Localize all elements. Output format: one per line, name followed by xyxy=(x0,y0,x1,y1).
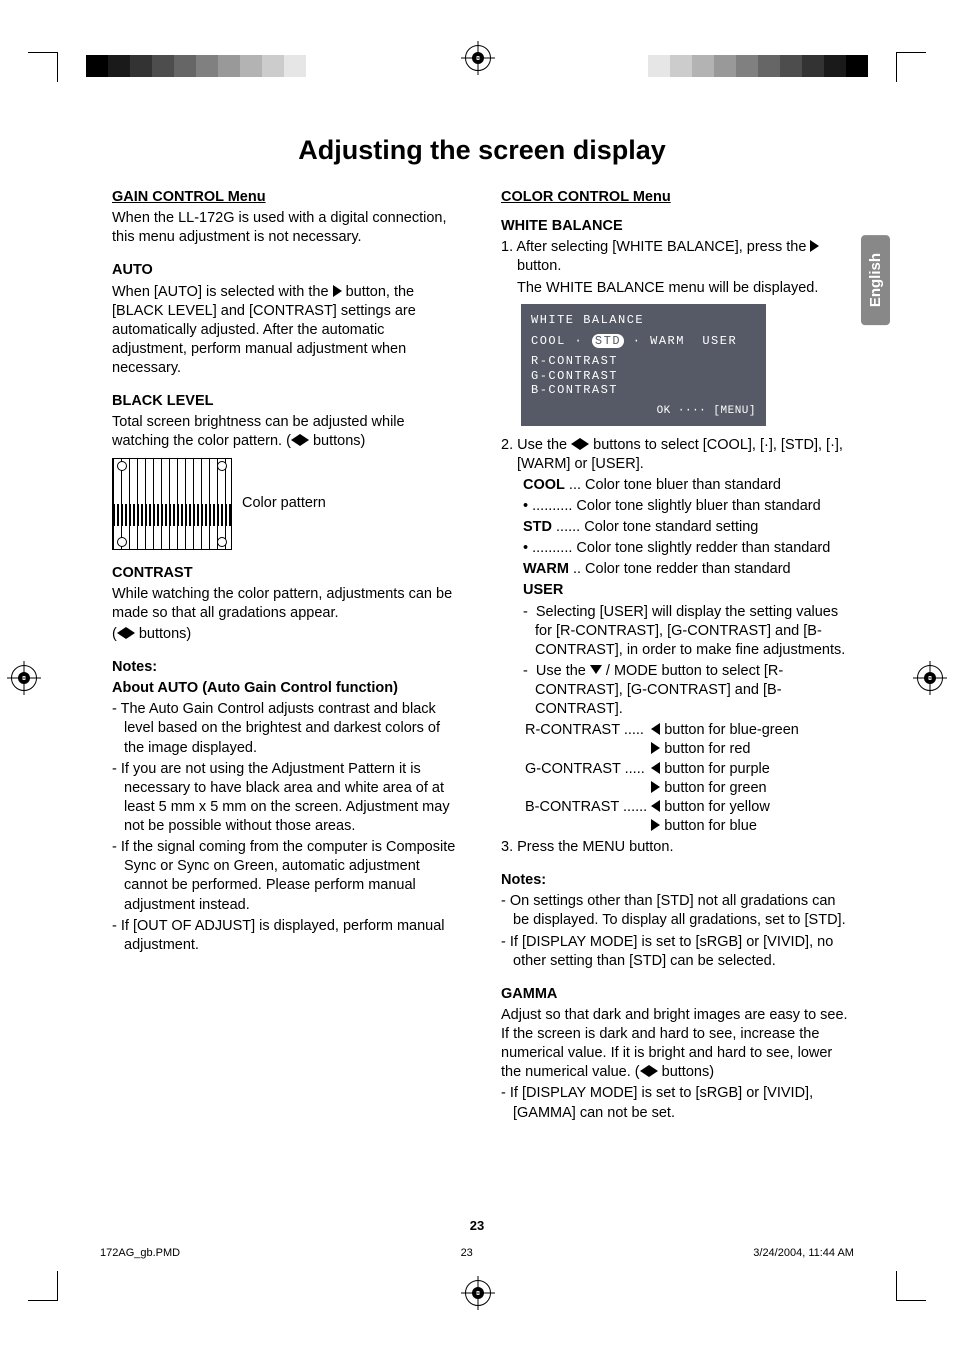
footer-page: 23 xyxy=(461,1247,473,1259)
user-note: - Use the / MODE button to select [R-CON… xyxy=(523,662,852,719)
note-item: - If you are not using the Adjustment Pa… xyxy=(112,760,463,837)
triangle-down-icon xyxy=(590,665,602,674)
triangle-right-icon xyxy=(649,1065,658,1077)
step-3: 3. Press the MENU button. xyxy=(501,838,852,857)
color-pattern-diagram xyxy=(112,458,232,550)
gamma-heading: GAMMA xyxy=(501,985,852,1004)
white-balance-heading: WHITE BALANCE xyxy=(501,217,852,236)
cool-option: COOL ... Color tone bluer than standard xyxy=(523,476,852,495)
triangle-right-icon xyxy=(580,438,589,450)
triangle-right-icon xyxy=(651,819,660,831)
dot-option: • .......... Color tone slightly redder … xyxy=(523,539,852,558)
warm-option: WARM .. Color tone redder than standard xyxy=(523,560,852,579)
crop-mark xyxy=(28,52,58,82)
print-colorbar xyxy=(648,55,868,77)
triangle-left-icon xyxy=(291,434,300,446)
footer: 172AG_gb.PMD 23 3/24/2004, 11:44 AM xyxy=(100,1247,854,1259)
crop-mark xyxy=(896,1271,926,1301)
user-option-heading: USER xyxy=(523,581,852,600)
gamma-text: Adjust so that dark and bright images ar… xyxy=(501,1006,852,1083)
page-title: Adjusting the screen display xyxy=(112,135,852,166)
osd-title: WHITE BALANCE xyxy=(531,312,756,329)
triangle-left-icon xyxy=(651,762,660,774)
osd-selected: STD xyxy=(592,334,624,348)
registration-mark xyxy=(914,662,946,694)
registration-mark xyxy=(462,1277,494,1309)
note-item: - If [DISPLAY MODE] is set to [sRGB] or … xyxy=(501,933,852,971)
contrast-buttons-table: R-CONTRAST ..... button for blue-green b… xyxy=(523,721,801,836)
crop-mark xyxy=(28,1271,58,1301)
page-number: 23 xyxy=(0,1218,954,1233)
triangle-right-icon xyxy=(810,240,819,252)
auto-heading: AUTO xyxy=(112,261,463,280)
triangle-left-icon xyxy=(651,723,660,735)
contrast-text: While watching the color pattern, adjust… xyxy=(112,585,463,623)
right-column: COLOR CONTROL Menu WHITE BALANCE 1. Afte… xyxy=(501,188,852,1125)
contrast-heading: CONTRAST xyxy=(112,564,463,583)
gain-control-heading: GAIN CONTROL Menu xyxy=(112,188,463,207)
footer-date: 3/24/2004, 11:44 AM xyxy=(753,1247,854,1259)
black-level-heading: BLACK LEVEL xyxy=(112,392,463,411)
note-item: - If the signal coming from the computer… xyxy=(112,838,463,915)
contrast-buttons: ( buttons) xyxy=(112,625,463,644)
triangle-right-icon xyxy=(651,781,660,793)
color-pattern-label: Color pattern xyxy=(242,494,326,513)
gain-intro: When the LL-172G is used with a digital … xyxy=(112,209,463,247)
triangle-left-icon xyxy=(640,1065,649,1077)
osd-ok-hint: OK ···· [MENU] xyxy=(531,404,756,420)
user-note: - Selecting [USER] will display the sett… xyxy=(523,603,852,660)
about-auto-heading: About AUTO (Auto Gain Control function) xyxy=(112,679,463,698)
language-tab: English xyxy=(861,235,890,325)
osd-white-balance: WHITE BALANCE COOL · STD · WARM USER R-C… xyxy=(521,304,766,426)
dot-option: • .......... Color tone slightly bluer t… xyxy=(523,497,852,516)
gamma-note: - If [DISPLAY MODE] is set to [sRGB] or … xyxy=(501,1084,852,1122)
footer-file: 172AG_gb.PMD xyxy=(100,1247,180,1259)
step-1b: The WHITE BALANCE menu will be displayed… xyxy=(501,279,852,298)
triangle-left-icon xyxy=(117,627,126,639)
auto-paragraph: When [AUTO] is selected with the button,… xyxy=(112,283,463,379)
crop-mark xyxy=(896,52,926,82)
left-column: GAIN CONTROL Menu When the LL-172G is us… xyxy=(112,188,463,1125)
triangle-left-icon xyxy=(571,438,580,450)
note-item: - If [OUT OF ADJUST] is displayed, perfo… xyxy=(112,917,463,955)
triangle-right-icon xyxy=(333,285,342,297)
print-colorbar xyxy=(86,55,306,77)
triangle-right-icon xyxy=(126,627,135,639)
black-level-text: Total screen brightness can be adjusted … xyxy=(112,413,463,451)
step-1: 1. After selecting [WHITE BALANCE], pres… xyxy=(501,238,852,276)
triangle-right-icon xyxy=(300,434,309,446)
registration-mark xyxy=(8,662,40,694)
note-item: - On settings other than [STD] not all g… xyxy=(501,892,852,930)
notes-heading: Notes: xyxy=(501,871,852,890)
color-control-heading: COLOR CONTROL Menu xyxy=(501,188,852,207)
triangle-left-icon xyxy=(651,800,660,812)
note-item: - The Auto Gain Control adjusts contrast… xyxy=(112,700,463,757)
registration-mark xyxy=(462,42,494,74)
std-option: STD ...... Color tone standard setting xyxy=(523,518,852,537)
triangle-right-icon xyxy=(651,742,660,754)
step-2: 2. Use the buttons to select [COOL], [·]… xyxy=(501,436,852,474)
notes-heading: Notes: xyxy=(112,658,463,677)
